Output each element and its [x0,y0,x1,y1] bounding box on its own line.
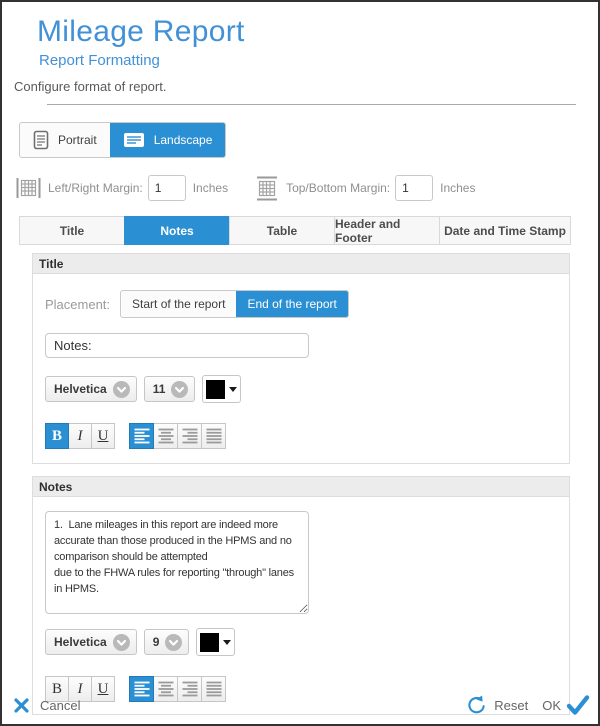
portrait-page-icon [33,130,49,150]
title-italic-button[interactable]: I [68,423,92,449]
chevron-down-circle-icon [165,634,182,651]
tab-title[interactable]: Title [20,217,124,244]
align-left-icon [134,428,150,444]
color-swatch-icon [200,633,219,652]
reset-button[interactable]: Reset [466,694,528,716]
chevron-down-circle-icon [113,634,130,651]
notes-font-color-dropdown[interactable] [196,628,235,656]
left-right-margin-unit: Inches [193,181,228,195]
notes-font-family-dropdown[interactable]: Helvetica [45,629,137,655]
title-style-buttons: B I U [45,423,115,449]
notes-section: Notes 1. Lane mileages in this report ar… [32,476,570,715]
header-divider [47,104,576,105]
placement-toggle: Start of the report End of the report [120,290,349,318]
color-dropdown-arrow-icon [223,640,231,645]
portrait-label: Portrait [58,133,97,147]
report-formatting-dialog: Mileage Report Report Formatting Configu… [0,0,600,726]
title-align-left-button[interactable] [129,423,154,449]
tab-table[interactable]: Table [229,217,334,244]
landscape-label: Landscape [154,133,213,147]
tab-date-and-time-stamp[interactable]: Date and Time Stamp [439,217,570,244]
title-underline-button[interactable]: U [91,423,115,449]
x-icon [14,698,29,713]
chevron-down-circle-icon [171,381,188,398]
tab-header-and-footer[interactable]: Header and Footer [334,217,439,244]
placement-end-button[interactable]: End of the report [236,291,347,317]
align-justify-icon [206,428,222,444]
chevron-down-circle-icon [113,381,130,398]
left-right-margin-input[interactable] [148,175,186,201]
placement-label: Placement: [45,297,110,312]
grid-tb-margin-icon [254,175,280,201]
notes-font-size-dropdown[interactable]: 9 [144,629,190,655]
portrait-button[interactable]: Portrait [20,123,110,157]
color-swatch-icon [206,380,225,399]
title-align-buttons [129,423,226,449]
top-bottom-margin-input[interactable] [395,175,433,201]
description-text: Configure format of report. [14,79,598,94]
rotate-ccw-icon [466,694,487,716]
check-icon [566,695,590,716]
italic-glyph: I [78,428,83,445]
cancel-label: Cancel [40,698,80,713]
align-center-icon [158,428,174,444]
ok-label: OK [542,698,561,713]
notes-section-header: Notes [33,477,569,497]
landscape-button[interactable]: Landscape [110,123,226,157]
bold-glyph: B [52,428,62,445]
top-bottom-margin-label: Top/Bottom Margin: [286,181,390,195]
orientation-toggle: Portrait Landscape [19,122,598,158]
align-right-icon [182,428,198,444]
margins-row: Left/Right Margin: Inches Top/Bottom Mar… [15,174,598,202]
title-font-size-dropdown[interactable]: 11 [144,376,196,402]
dialog-footer: Cancel Reset OK [14,690,590,720]
placement-start-button[interactable]: Start of the report [121,291,236,317]
tab-notes[interactable]: Notes [124,216,229,245]
left-right-margin-label: Left/Right Margin: [48,181,143,195]
title-align-right-button[interactable] [177,423,202,449]
ok-button[interactable]: OK [542,695,590,716]
grid-lr-margin-icon [15,175,42,201]
notes-textarea[interactable]: 1. Lane mileages in this report are inde… [45,511,309,614]
cancel-button[interactable]: Cancel [14,698,80,713]
title-bold-button[interactable]: B [45,423,69,449]
page-subtitle: Report Formatting [39,52,578,69]
underline-glyph: U [98,428,109,445]
title-section-header: Title [33,254,569,274]
title-font-size-value: 11 [153,382,166,396]
title-font-color-dropdown[interactable] [202,375,241,403]
title-font-family-dropdown[interactable]: Helvetica [45,376,137,402]
notes-font-size-value: 9 [153,635,160,649]
title-text-input[interactable] [45,333,309,358]
title-section: Title Placement: Start of the report End… [32,253,570,464]
page-title: Mileage Report [37,15,578,49]
reset-label: Reset [494,698,528,713]
top-bottom-margin-unit: Inches [440,181,475,195]
title-align-center-button[interactable] [153,423,178,449]
title-align-justify-button[interactable] [201,423,226,449]
notes-font-family-value: Helvetica [54,635,107,649]
format-tabs: Title Notes Table Header and Footer Date… [19,216,571,245]
landscape-page-icon [123,131,145,149]
dialog-header: Mileage Report Report Formatting [37,15,578,69]
title-font-family-value: Helvetica [54,382,107,396]
color-dropdown-arrow-icon [229,387,237,392]
